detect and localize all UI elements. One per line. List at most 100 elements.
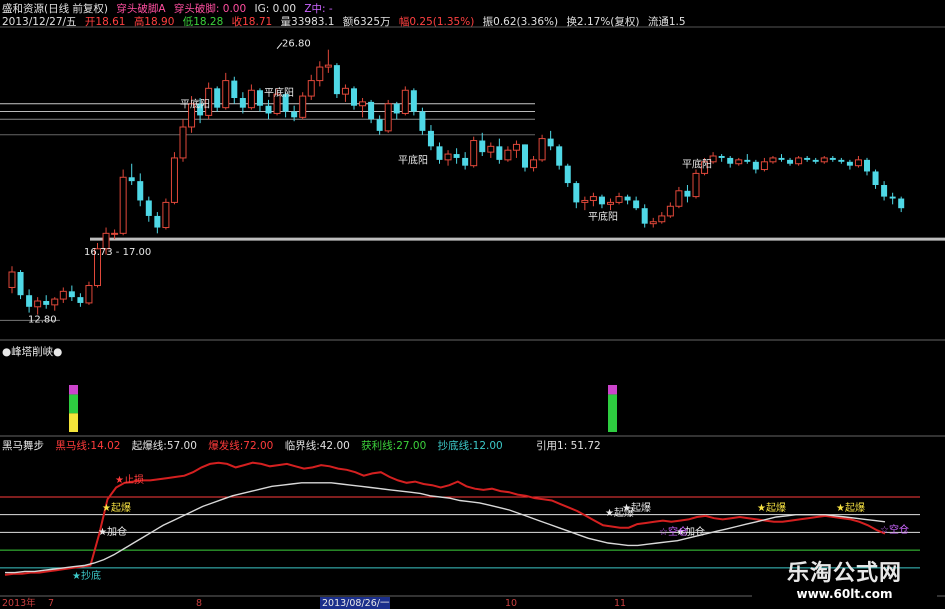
candle-body-up — [59, 290, 67, 300]
candle-body-up — [51, 298, 59, 306]
candle-body-up — [760, 161, 768, 171]
candle-annotations: 26.8016.73 - 17.0012.80平底阳平底阳平底阳平底阳平底阳 — [28, 39, 712, 326]
candle-body-down — [154, 215, 161, 228]
candle-body-up — [222, 80, 230, 109]
candle-body-up — [111, 232, 119, 235]
annotation-low: 12.80 — [28, 314, 57, 325]
candle-body-down — [145, 200, 152, 216]
candle-body-down — [564, 165, 571, 184]
signal-bar-segment — [608, 394, 617, 432]
indicator-annotation: ★起爆 — [836, 502, 865, 514]
candle-body-up — [8, 271, 16, 288]
candle-body-up — [666, 205, 674, 217]
candle-body-up — [316, 66, 324, 82]
candle-body-down — [453, 154, 460, 158]
candle-body-up — [444, 153, 452, 161]
indicator-annotation: ★起爆 — [757, 502, 786, 514]
candle-body-down — [598, 196, 605, 205]
annotation-pattern: 平底阳 — [588, 210, 618, 223]
annotation-pattern: 平底阳 — [180, 98, 210, 111]
candle-body-down — [624, 196, 631, 201]
candle-body-up — [470, 140, 478, 167]
quote-volume: 量33983.1 — [280, 16, 335, 28]
watermark: 乐淘公式网 www.60lt.com — [752, 555, 937, 605]
axis-label: 11 — [614, 598, 626, 609]
candle-body-down — [633, 200, 640, 209]
candle-body-up — [324, 64, 332, 68]
indicator-annotation: ★止损 — [115, 473, 144, 486]
x-axis: 2013年 7 8 2013/08/26/一 10 11 — [2, 597, 626, 609]
candle-body-down — [128, 177, 135, 182]
candle-body-down — [17, 272, 24, 296]
signal-bar-segment — [69, 394, 78, 414]
panel3-header: 黑马舞步 黑马线:14.02 起爆线:57.00 爆发线:72.00 临界线:4… — [2, 438, 606, 453]
candle-body-up — [615, 196, 623, 203]
signal-bars — [69, 385, 617, 432]
candle-body-up — [854, 159, 862, 167]
candle-body-up — [299, 95, 307, 118]
candle-body-down — [829, 157, 836, 160]
candle-body-up — [530, 159, 538, 169]
grid-lines — [0, 26, 945, 597]
indicator-annotation: ☆空仓 — [880, 523, 909, 536]
candle-body-down — [573, 183, 580, 203]
candle-body-down — [427, 130, 434, 147]
candle-body-down — [718, 156, 725, 158]
axis-label: 7 — [48, 598, 54, 609]
candlestick-series — [8, 49, 905, 315]
candle-body-up — [649, 221, 657, 225]
candle-body-up — [589, 196, 597, 201]
panel3-title: 黑马舞步 — [2, 440, 44, 452]
candle-body-down — [239, 98, 246, 108]
candle-body-up — [607, 201, 614, 205]
candle-body-up — [170, 157, 178, 203]
candle-body-up — [119, 176, 127, 234]
candle-body-down — [744, 159, 751, 162]
legend-huoli: 获利线:27.00 — [361, 440, 427, 452]
candle-body-down — [410, 90, 417, 112]
candle-body-up — [658, 215, 666, 223]
watermark-url: www.60lt.com — [752, 587, 937, 601]
annotation-level: 16.73 - 17.00 — [84, 247, 151, 258]
reference-value: 引用1: 51.72 — [536, 440, 601, 452]
candle-body-down — [231, 80, 238, 98]
signal-bar-segment — [608, 385, 617, 395]
candle-body-down — [838, 159, 845, 162]
quote-float: 流通1.5 — [647, 16, 686, 28]
axis-label: 8 — [196, 598, 202, 609]
indicator-annotation: ☆空仓 — [659, 525, 688, 538]
quote-turnover: 换2.17%(复权) — [566, 16, 640, 28]
candle-body-up — [247, 89, 255, 109]
candle-body-down — [727, 157, 734, 164]
signal-bar-segment — [69, 413, 78, 432]
panel2-title: ●峰塔削峡● — [2, 346, 63, 358]
candle-body-down — [787, 159, 794, 164]
signal-bar-segment — [69, 385, 78, 395]
candle-body-down — [436, 146, 443, 160]
indicator-annotation: ★起爆 — [605, 507, 634, 519]
candle-body-down — [376, 119, 383, 131]
candle-body-down — [214, 88, 221, 108]
candle-body-up — [34, 300, 42, 308]
candle-body-down — [419, 111, 426, 131]
candle-body-down — [556, 146, 563, 166]
candle-body-down — [522, 144, 528, 168]
candle-body-down — [864, 159, 870, 172]
candle-body-down — [889, 196, 896, 199]
candle-body-up — [179, 126, 187, 159]
candle-body-down — [479, 140, 486, 153]
candle-body-down — [77, 297, 84, 303]
candle-body-down — [393, 103, 400, 114]
chart-header-row2: 2013/12/27/五 开18.61 高18.90 低18.28 收18.71… — [2, 14, 691, 29]
axis-label: 10 — [505, 598, 517, 609]
indicator-annotation: ★起爆 — [102, 502, 131, 514]
quote-change: 幅0.25(1.35%) — [398, 16, 475, 28]
candle-body-up — [307, 80, 315, 97]
annotation-pattern: 平底阳 — [398, 154, 428, 167]
legend-heima: 黑马线:14.02 — [55, 440, 121, 452]
candle-body-up — [512, 143, 520, 151]
candle-body-down — [684, 190, 691, 197]
candle-body-up — [359, 101, 367, 107]
candle-body-down — [778, 157, 785, 160]
candle-body-down — [137, 181, 144, 201]
